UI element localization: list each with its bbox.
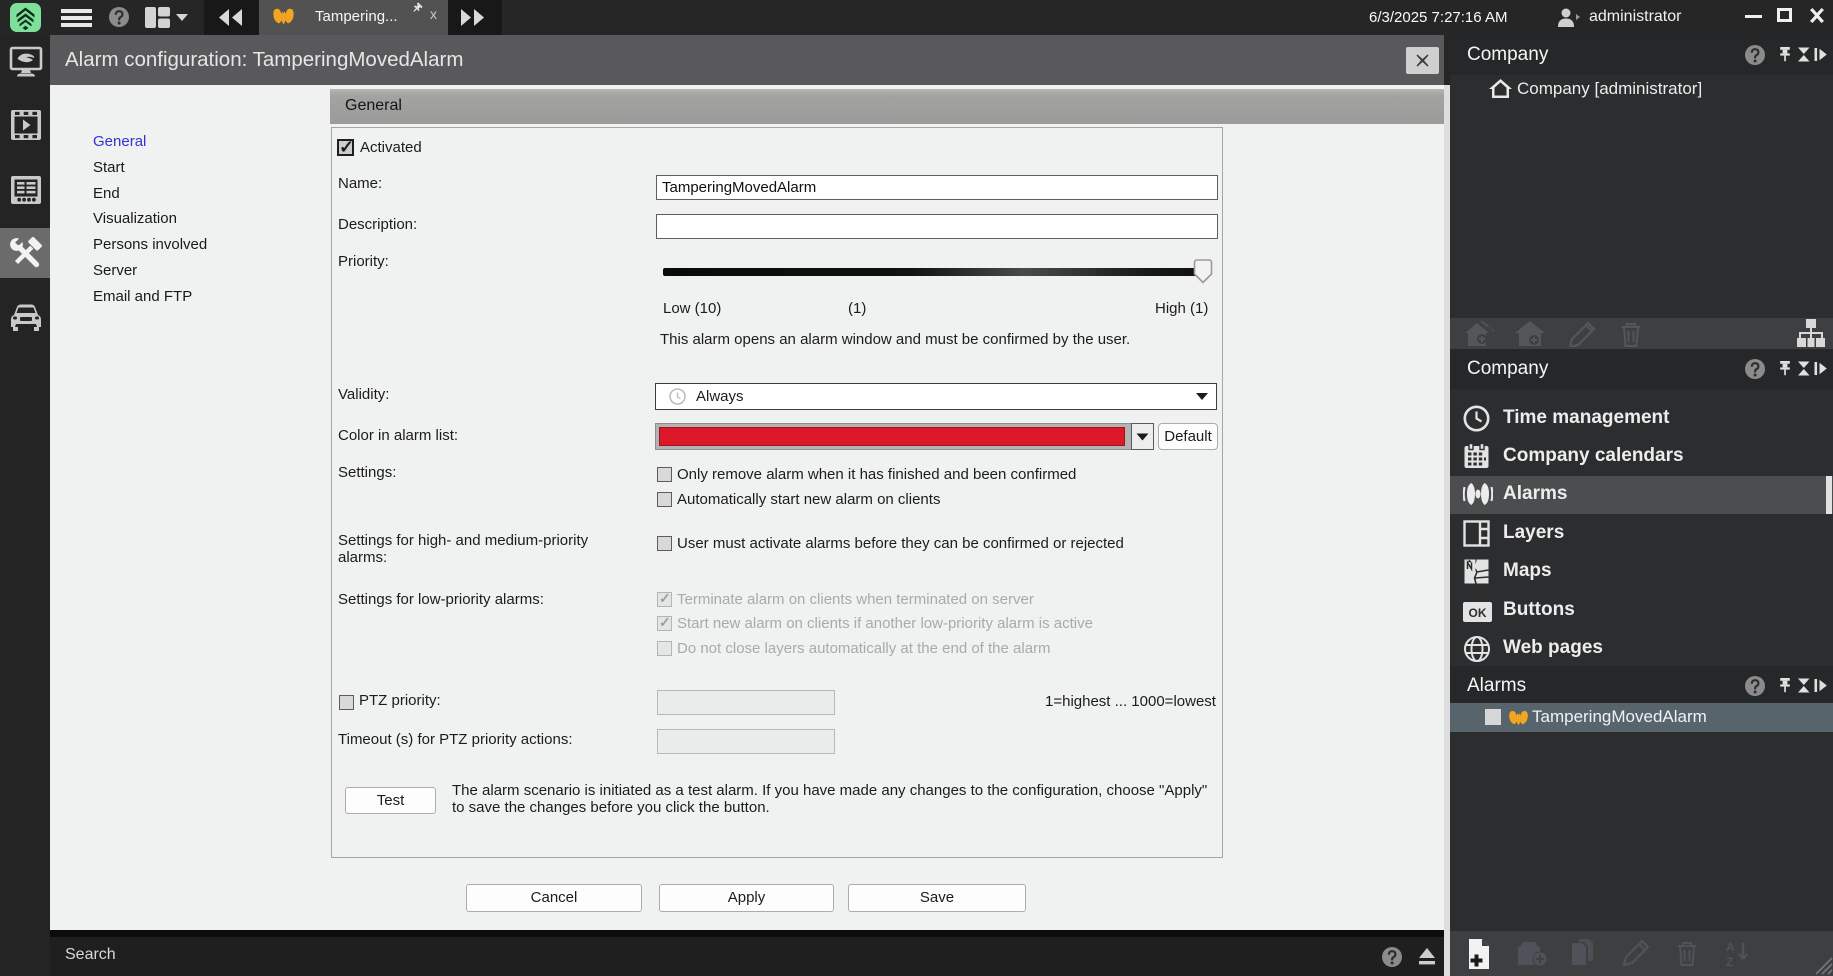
svg-text:A: A (1726, 940, 1735, 954)
svg-text:OK: OK (1469, 606, 1487, 620)
svg-text:Z: Z (1726, 955, 1733, 967)
